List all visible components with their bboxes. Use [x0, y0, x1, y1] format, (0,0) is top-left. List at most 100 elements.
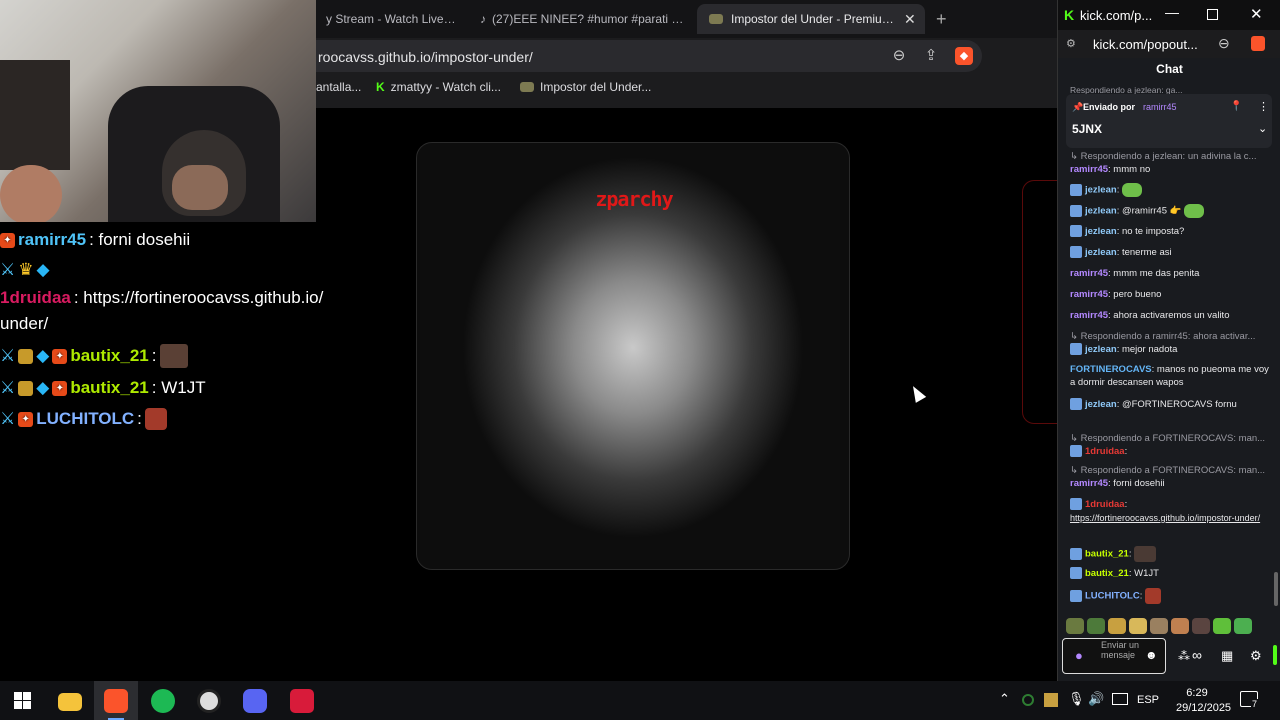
pinned-message[interactable]: 📌 Enviado por ramirr45 📍 ⋮ 5JNX ⌄ — [1066, 94, 1272, 148]
tiktok-icon: ♪ — [480, 12, 486, 26]
chat-input[interactable]: ● Enviar un mensaje ☻ — [1062, 638, 1166, 674]
chat-message: 1druidaa: — [1070, 498, 1270, 511]
tab-bar: y Stream - Watch Live on K ♪ (27)EEE NIN… — [316, 0, 1057, 38]
taskbar: ⌃ 🎙 🔊 ESP 6:29 29/12/2025 7 — [0, 681, 1280, 720]
emoji-icon[interactable]: ☻ — [1145, 648, 1158, 662]
emote-icon[interactable] — [1066, 618, 1084, 634]
emote-icon[interactable] — [1150, 618, 1168, 634]
cube-icon: ◆ — [36, 260, 50, 279]
emote-icon — [1134, 546, 1157, 562]
badge-icon: ✦ — [0, 232, 15, 248]
chat-link[interactable]: https://fortineroocavss.github.io/impost… — [1070, 512, 1270, 525]
badge-icon — [18, 380, 34, 396]
badge-icon — [1070, 205, 1082, 217]
tab-tiktok[interactable]: ♪ (27)EEE NINEE? #humor #parati #vira — [474, 4, 688, 34]
badge-icon — [1070, 398, 1082, 411]
emote-icon[interactable] — [1192, 618, 1210, 634]
chat-message: ramirr45: forni dosehii — [1070, 478, 1165, 489]
streaming-app-icon[interactable] — [290, 689, 314, 713]
chat-message: LUCHITOLC: — [1070, 588, 1270, 604]
chat-message: jezlean: — [1070, 183, 1270, 197]
url-text[interactable]: roocavss.github.io/impostor-under/ — [318, 49, 533, 65]
chat-scrollbar[interactable] — [1274, 572, 1278, 606]
file-explorer-icon[interactable] — [58, 693, 82, 711]
reply-context: ↳ Respondiendo a FORTINEROCAVS: man... — [1070, 433, 1266, 444]
maximize-button[interactable] — [1207, 9, 1218, 20]
volume-icon[interactable]: 🔊 — [1088, 691, 1104, 707]
side-panel-edge — [1022, 180, 1062, 424]
address-bar[interactable]: roocavss.github.io/impostor-under/ ⊖ ⇪ ◆ — [316, 40, 982, 72]
sword-icon: ⚔ — [0, 409, 16, 428]
spotify-icon[interactable] — [151, 689, 175, 713]
infinity-icon[interactable]: ∞ — [1192, 647, 1202, 663]
bookmark-zmattyy[interactable]: K zmattyy - Watch cli... — [376, 80, 501, 94]
badge-icon: ✦ — [52, 348, 68, 364]
popout-chat-window: K kick.com/p... — ✕ ⚙ kick.com/popout...… — [1057, 0, 1280, 681]
badge-icon: ✦ — [18, 411, 34, 427]
bookmark-impostor[interactable]: Impostor del Under... — [520, 80, 651, 94]
emote-icon[interactable] — [1108, 618, 1126, 634]
microphone-icon[interactable]: ● — [1075, 648, 1083, 663]
unpin-icon[interactable]: 📍 — [1230, 101, 1242, 112]
brave-icon[interactable] — [104, 689, 128, 713]
more-options-icon[interactable]: ⋮ — [1258, 100, 1269, 113]
chat-message: ramirr45: mmm no — [1070, 164, 1151, 175]
clock[interactable]: 6:29 29/12/2025 — [1176, 686, 1231, 716]
badge-icon — [1070, 498, 1082, 511]
pepe-emote-icon — [1121, 183, 1142, 197]
chat-message: bautix_21: W1JT — [1070, 567, 1270, 580]
settings-icon[interactable]: ⚙ — [1250, 648, 1262, 664]
gift-icon[interactable]: ▦ — [1221, 648, 1233, 664]
game-card[interactable]: zparchy — [416, 142, 850, 570]
language-indicator[interactable]: ESP — [1137, 694, 1159, 706]
share-icon[interactable]: ⁂ — [1178, 649, 1190, 663]
close-tab-icon[interactable]: ✕ — [904, 11, 916, 28]
tab-impostor[interactable]: Impostor del Under - Premium E ✕ — [697, 4, 925, 34]
chat-message: bautix_21: — [1070, 546, 1270, 562]
badge-icon — [1070, 225, 1082, 238]
badge-icon: ✦ — [52, 380, 68, 396]
emote-icon[interactable] — [1213, 618, 1231, 634]
chat-message: jezlean: tenerme asi — [1070, 246, 1270, 259]
chat-message: jezlean: no te imposta? — [1070, 225, 1270, 238]
emote-icon[interactable] — [1171, 618, 1189, 634]
zoom-icon[interactable]: ⊖ — [890, 47, 908, 65]
sword-icon: ⚔ — [0, 378, 16, 397]
impostor-favicon-icon — [520, 82, 534, 92]
emote-icon[interactable] — [1129, 618, 1147, 634]
emote-icon[interactable] — [1087, 618, 1105, 634]
emote-quick-bar — [1066, 618, 1272, 636]
minimize-button[interactable]: — — [1165, 4, 1179, 20]
brave-shield-icon[interactable]: ◆ — [955, 47, 973, 65]
tray-app-icon[interactable] — [1044, 693, 1058, 707]
cube-icon: ◆ — [36, 378, 50, 397]
popout-address-bar[interactable]: ⚙ kick.com/popout... ⊖ — [1058, 30, 1280, 58]
browser-window: y Stream - Watch Live on K ♪ (27)EEE NIN… — [316, 0, 1057, 108]
tray-app-icon[interactable] — [1022, 694, 1034, 706]
obs-icon[interactable] — [197, 689, 221, 713]
badge-icon — [1070, 184, 1082, 196]
webcam-feed — [0, 0, 316, 222]
share-icon[interactable]: ⇪ — [922, 47, 940, 65]
discord-icon[interactable] — [243, 689, 267, 713]
pepe-emote-icon — [1184, 204, 1205, 218]
overlay-badges: ⚔ ♛ ◆ — [0, 260, 50, 280]
windows-start-icon[interactable] — [14, 692, 31, 709]
emote-icon[interactable] — [1234, 618, 1252, 634]
bookmark-pantalla[interactable]: antalla... — [316, 80, 361, 94]
kick-icon: K — [376, 80, 385, 94]
site-settings-icon[interactable]: ⚙ — [1066, 37, 1076, 50]
badge-icon — [1070, 590, 1082, 602]
tab-kick-stream[interactable]: y Stream - Watch Live on K — [316, 4, 456, 34]
close-button[interactable]: ✕ — [1250, 5, 1263, 23]
mouse-cursor-icon — [907, 383, 927, 403]
desktop: y Stream - Watch Live on K ♪ (27)EEE NIN… — [0, 0, 1280, 720]
zoom-icon[interactable]: ⊖ — [1218, 35, 1230, 52]
chevron-up-icon[interactable]: ⌃ — [999, 691, 1010, 707]
brave-shield-icon[interactable] — [1251, 36, 1265, 51]
chevron-down-icon[interactable]: ⌄ — [1258, 122, 1267, 135]
send-button[interactable] — [1273, 645, 1277, 665]
new-tab-button[interactable]: + — [936, 9, 947, 30]
network-icon[interactable] — [1112, 693, 1128, 705]
microphone-icon[interactable]: 🎙 — [1068, 691, 1085, 707]
